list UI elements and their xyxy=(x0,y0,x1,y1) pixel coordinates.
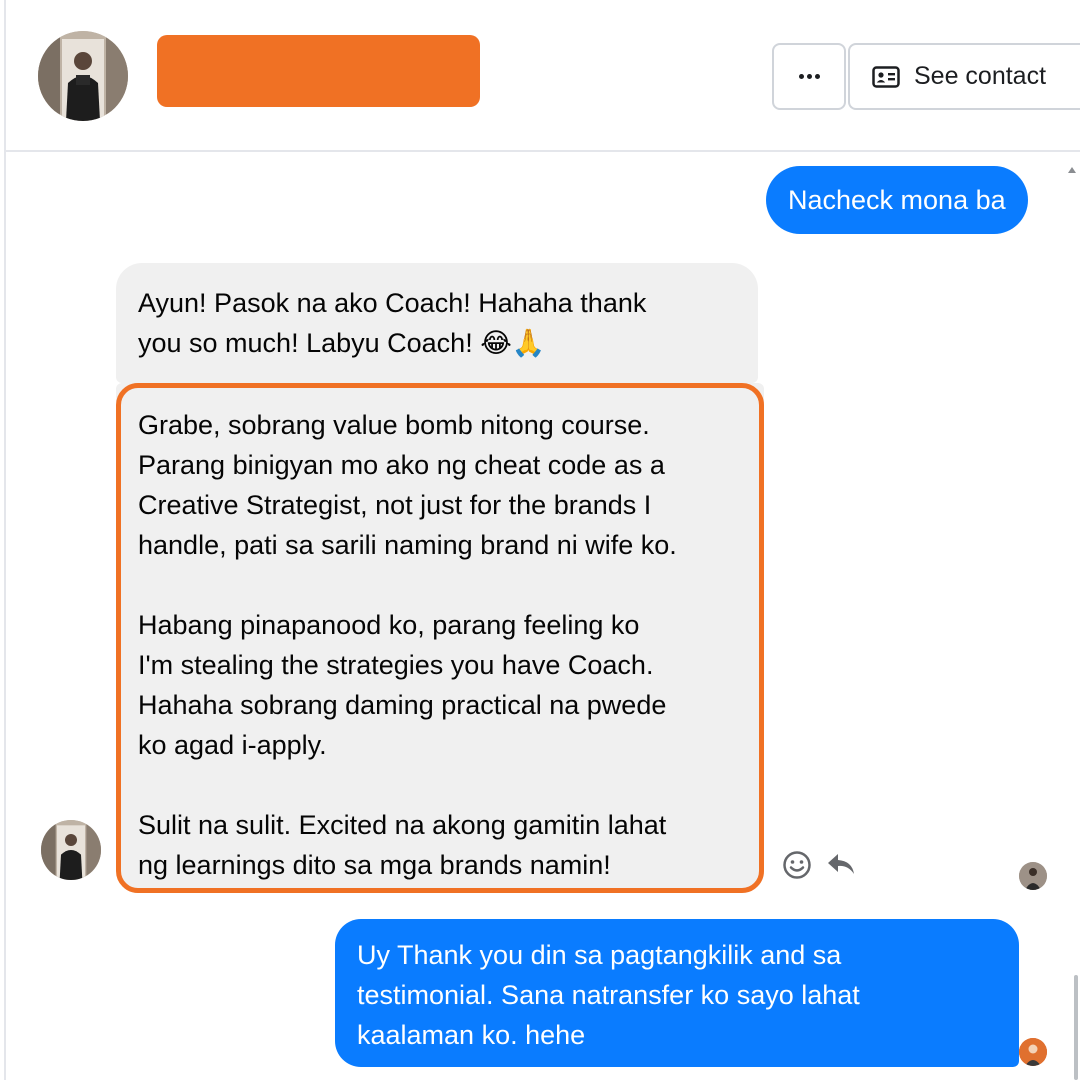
seen-avatar-photo xyxy=(1019,862,1047,890)
sender-photo xyxy=(41,820,101,880)
highlight-border: Grabe, sobrang value bomb nitong course.… xyxy=(116,383,764,893)
contact-avatar[interactable] xyxy=(38,31,128,121)
see-contact-button[interactable]: See contact xyxy=(848,43,1080,110)
message-line: Parang binigyan mo ako ng cheat code as … xyxy=(138,450,665,480)
conversation-header: See contact xyxy=(6,0,1080,152)
more-dots-icon xyxy=(798,74,820,79)
message-line: handle, pati sa sarili naming brand ni w… xyxy=(138,530,677,560)
message-line: testimonial. Sana natransfer ko sayo lah… xyxy=(357,980,860,1010)
sender-avatar[interactable] xyxy=(41,820,101,880)
seen-receipt-avatar xyxy=(1019,862,1047,890)
message-line: Sulit na sulit. Excited na akong gamitin… xyxy=(138,810,667,840)
message-line: Ayun! Pasok na ako Coach! Hahaha thank xyxy=(138,288,647,318)
reply-arrow-icon[interactable] xyxy=(826,852,856,878)
message-paragraph: Habang pinapanood ko, parang feeling ko … xyxy=(138,605,759,765)
message-paragraph: Sulit na sulit. Excited na akong gamitin… xyxy=(138,805,759,885)
message-line: you so much! Labyu Coach! 😂🙏 xyxy=(138,323,736,363)
message-line-text: you so much! Labyu Coach! 😂🙏 xyxy=(138,328,546,358)
outgoing-message[interactable]: Uy Thank you din sa pagtangkilik and sa … xyxy=(335,919,1019,1067)
see-contact-label: See contact xyxy=(914,62,1047,90)
smiley-icon[interactable] xyxy=(782,850,812,880)
incoming-message-highlighted[interactable]: Grabe, sobrang value bomb nitong course.… xyxy=(116,383,764,893)
scroll-up-arrow-icon[interactable] xyxy=(1068,167,1076,173)
message-line: Habang pinapanood ko, parang feeling ko xyxy=(138,610,640,640)
scrollbar-thumb[interactable] xyxy=(1074,975,1078,1080)
outgoing-message[interactable]: Nacheck mona ba xyxy=(766,166,1028,234)
contact-card-icon xyxy=(872,65,900,88)
incoming-message[interactable]: Ayun! Pasok na ako Coach! Hahaha thank y… xyxy=(116,263,758,383)
contact-name-redaction xyxy=(157,35,480,107)
sent-status-avatar xyxy=(1019,1038,1047,1066)
contact-photo xyxy=(38,31,128,121)
message-paragraph: Grabe, sobrang value bomb nitong course.… xyxy=(138,405,759,565)
message-line: Hahaha sobrang daming practical na pwede xyxy=(138,690,667,720)
chat-window: See contact Nacheck mona ba Ayun! Pasok … xyxy=(4,0,1080,1080)
message-line: Grabe, sobrang value bomb nitong course. xyxy=(138,410,650,440)
message-line: Uy Thank you din sa pagtangkilik and sa xyxy=(357,940,842,970)
message-line: ng learnings dito sa mga brands namin! xyxy=(138,850,611,880)
more-options-button[interactable] xyxy=(772,43,846,110)
message-line: kaalaman ko. hehe xyxy=(357,1020,586,1050)
sent-avatar-photo xyxy=(1019,1038,1047,1066)
message-line: I'm stealing the strategies you have Coa… xyxy=(138,650,654,680)
message-text: Nacheck mona ba xyxy=(788,185,1006,215)
message-line: ko agad i-apply. xyxy=(138,730,327,760)
message-line: Creative Strategist, not just for the br… xyxy=(138,490,652,520)
